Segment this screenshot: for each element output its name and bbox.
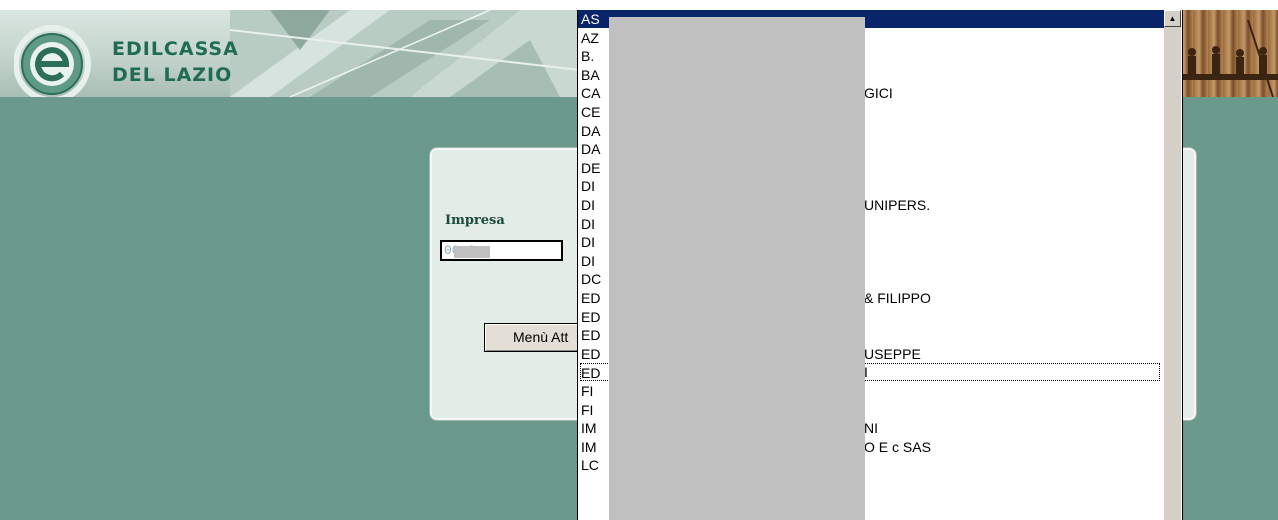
menu-attivita-button[interactable]: Menù Att — [484, 323, 584, 352]
impresa-label: Impresa — [445, 213, 505, 228]
dropdown-item[interactable]: DI — [581, 252, 595, 270]
e-logo-icon — [14, 25, 91, 103]
dropdown-item[interactable]: DI — [581, 196, 595, 214]
dropdown-item[interactable]: IM — [581, 419, 597, 437]
dropdown-item-suffix: O E c SAS — [864, 438, 931, 455]
dropdown-item[interactable]: FI — [581, 401, 593, 419]
dropdown-item-suffix: UNIPERS. — [864, 197, 931, 213]
dropdown-item-suffix: & FILIPPO — [864, 290, 931, 306]
scroll-up-arrow-icon[interactable]: ▲ — [1164, 10, 1181, 27]
banner-workers-photo — [1178, 10, 1278, 98]
banner-texture-image — [230, 10, 580, 97]
dropdown-item[interactable]: ED — [581, 289, 600, 307]
dropdown-item[interactable]: ED — [581, 308, 600, 326]
dropdown-item[interactable]: DA — [581, 140, 600, 158]
dropdown-scrollbar[interactable]: ▲ — [1164, 10, 1181, 520]
dropdown-item[interactable]: DE — [581, 159, 600, 177]
dropdown-item[interactable]: IM — [581, 438, 597, 456]
dropdown-item[interactable]: AZ — [581, 29, 599, 47]
dropdown-item[interactable]: CA — [581, 84, 600, 102]
dropdown-item[interactable]: ED — [581, 326, 600, 344]
redacted-names — [609, 17, 865, 520]
dropdown-item[interactable]: ED — [581, 345, 600, 363]
redacted-value — [454, 246, 490, 258]
dropdown-item[interactable]: DI — [581, 233, 595, 251]
banner-top-strip — [0, 0, 1278, 10]
brand-name-line1: EDILCASSA — [112, 38, 239, 60]
dropdown-item[interactable]: DC — [581, 270, 601, 288]
dropdown-item[interactable]: CE — [581, 103, 600, 121]
impresa-dropdown-list[interactable]: AS AZ B. BA CA GICI CE DA DA DE DI DI UNIPERS. DI DI DI… — [577, 10, 1183, 520]
dropdown-item[interactable]: FI — [581, 382, 593, 400]
dropdown-item-suffix: NI — [864, 420, 878, 437]
dropdown-item-suffix: GICI — [864, 85, 893, 102]
dropdown-item[interactable]: B. — [581, 47, 594, 65]
dropdown-item[interactable]: DI — [581, 177, 595, 195]
dropdown-item[interactable]: BA — [581, 66, 600, 84]
dropdown-item[interactable]: DA — [581, 122, 600, 140]
brand-name-line2: DEL LAZIO — [112, 64, 233, 86]
dropdown-item-suffix: USEPPE — [864, 345, 921, 362]
dropdown-item[interactable]: LC — [581, 456, 599, 474]
dropdown-item[interactable]: DI — [581, 215, 595, 233]
